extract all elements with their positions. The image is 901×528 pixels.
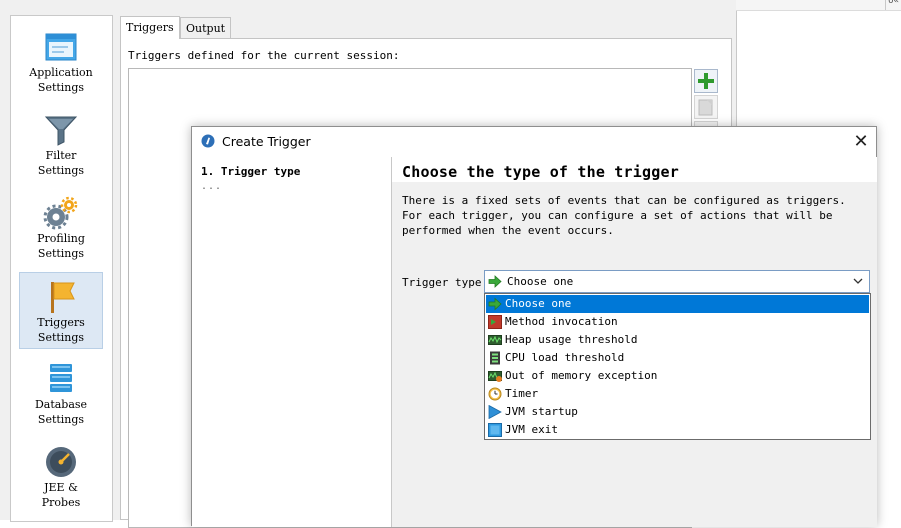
- jvm-exit-icon: [488, 423, 502, 437]
- dialog-titlebar[interactable]: Create Trigger ✕: [192, 127, 876, 156]
- jvm-startup-icon: [488, 405, 502, 419]
- dropdown-option-jvm-exit[interactable]: JVM exit: [486, 421, 869, 439]
- sidebar-item-application-settings[interactable]: Application Settings: [19, 23, 103, 100]
- dropdown-option-heap-usage-threshold[interactable]: Heap usage threshold: [486, 331, 869, 349]
- page-description: There is a fixed sets of events that can…: [402, 194, 846, 237]
- funnel-icon: [44, 116, 78, 146]
- application-settings-icon: [45, 33, 77, 61]
- trigger-type-dropdown: Choose one Method invocation Heap usage …: [484, 293, 871, 440]
- dropdown-option-label: Out of memory exception: [505, 369, 658, 382]
- edit-icon: [698, 99, 713, 116]
- app-logo-icon: [201, 134, 215, 148]
- edit-trigger-button[interactable]: [694, 95, 718, 119]
- dialog-title: Create Trigger: [222, 134, 311, 149]
- dropdown-option-label: Method invocation: [505, 315, 618, 328]
- gears-icon: [43, 196, 78, 230]
- wizard-content: Choose the type of the trigger There is …: [391, 157, 877, 527]
- dropdown-option-choose-one[interactable]: Choose one: [486, 295, 869, 313]
- method-invocation-icon: [488, 315, 502, 329]
- sidebar-item-label: Database Settings: [34, 398, 88, 426]
- tab-output[interactable]: Output: [180, 17, 232, 39]
- cpu-icon: [490, 351, 500, 365]
- dropdown-option-timer[interactable]: Timer: [486, 385, 869, 403]
- gauge-icon: [46, 447, 76, 477]
- sidebar-item-label: Profiling Settings: [37, 232, 85, 260]
- dropdown-option-cpu-load-threshold[interactable]: CPU load threshold: [486, 349, 869, 367]
- tab-triggers[interactable]: Triggers: [120, 16, 180, 39]
- sidebar-item-label: Application Settings: [29, 66, 93, 94]
- sidebar-item-label: Filter Settings: [37, 149, 85, 177]
- sidebar-item-jee-probes[interactable]: JEE & Probes: [19, 438, 103, 515]
- dropdown-option-out-of-memory-exception[interactable]: Out of memory exception: [486, 367, 869, 385]
- right-window-edge: o«: [736, 0, 901, 11]
- trigger-type-value: Choose one: [507, 275, 574, 288]
- dropdown-option-label: Choose one: [505, 297, 572, 310]
- wizard-step-more: ...: [201, 181, 223, 192]
- page-title: Choose the type of the trigger: [402, 163, 679, 181]
- green-arrow-icon: [488, 275, 502, 288]
- chevron-down-icon[interactable]: [853, 276, 863, 286]
- database-icon: [50, 364, 72, 392]
- green-arrow-icon: [488, 297, 502, 311]
- create-trigger-dialog: Create Trigger ✕ 1. Trigger type ... Cho…: [191, 126, 877, 527]
- out-of-memory-icon: [488, 371, 502, 382]
- dropdown-option-label: Timer: [505, 387, 539, 400]
- dropdown-option-label: CPU load threshold: [505, 351, 625, 364]
- dropdown-option-method-invocation[interactable]: Method invocation: [486, 313, 869, 331]
- flag-icon: [51, 282, 75, 313]
- settings-sidebar: Application Settings Filter Settings Pro…: [10, 15, 113, 522]
- wizard-steps: 1. Trigger type ...: [192, 157, 391, 527]
- triggers-caption: Triggers defined for the current session…: [128, 49, 400, 62]
- add-trigger-button[interactable]: [694, 69, 718, 93]
- sidebar-item-label: JEE & Probes: [41, 481, 81, 509]
- sidebar-item-filter-settings[interactable]: Filter Settings: [19, 106, 103, 183]
- heap-icon: [488, 335, 502, 345]
- close-icon[interactable]: ✕: [846, 127, 876, 156]
- dropdown-option-label: JVM exit: [505, 423, 558, 436]
- sidebar-item-label: Triggers Settings: [37, 316, 85, 344]
- timer-icon: [488, 387, 502, 401]
- trigger-type-label: Trigger type:: [402, 276, 489, 289]
- sidebar-item-profiling-settings[interactable]: Profiling Settings: [19, 189, 103, 266]
- wizard-step-current: 1. Trigger type: [201, 165, 301, 178]
- content-header: Choose the type of the trigger: [392, 157, 877, 182]
- add-icon: [698, 73, 714, 89]
- trigger-type-select[interactable]: Choose one: [484, 270, 870, 293]
- sidebar-item-database-settings[interactable]: Database Settings: [19, 355, 103, 432]
- dropdown-option-label: JVM startup: [505, 405, 578, 418]
- dropdown-option-jvm-startup[interactable]: JVM startup: [486, 403, 869, 421]
- sidebar-item-triggers-settings[interactable]: Triggers Settings: [19, 272, 103, 349]
- dropdown-option-label: Heap usage threshold: [505, 333, 638, 346]
